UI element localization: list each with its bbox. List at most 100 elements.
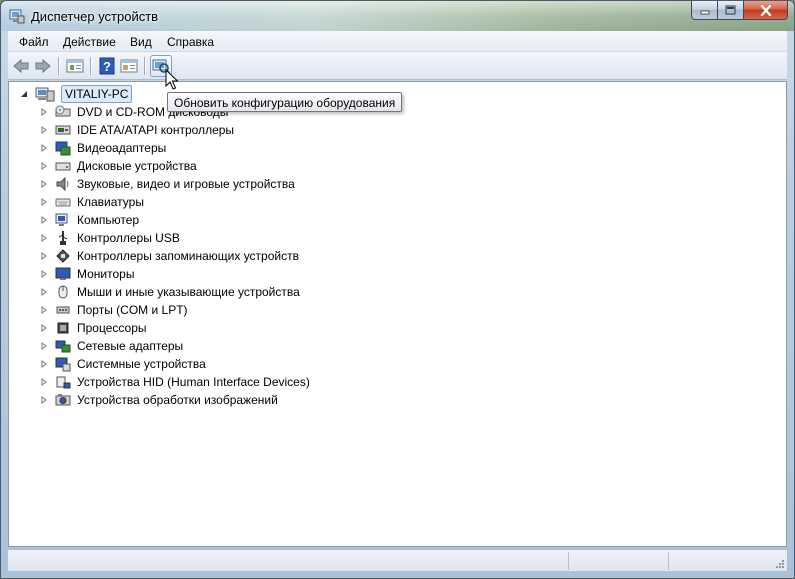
- monitor-icon: [55, 266, 71, 282]
- menu-bar: Файл Действие Вид Справка: [8, 31, 787, 52]
- expand-arrow-icon[interactable]: [39, 143, 49, 153]
- expand-arrow-icon[interactable]: [39, 251, 49, 261]
- tree-item-label: Мыши и иные указывающие устройства: [77, 285, 300, 299]
- window-title: Диспетчер устройств: [31, 9, 159, 24]
- tree-item-label: Дисковые устройства: [77, 159, 197, 173]
- tree-item-label: Контроллеры запоминающих устройств: [77, 249, 299, 263]
- usb-icon: [55, 230, 71, 246]
- menu-view[interactable]: Вид: [130, 35, 152, 49]
- expand-arrow-icon[interactable]: [39, 377, 49, 387]
- properties-icon: [66, 59, 84, 73]
- speaker-icon: [55, 176, 71, 192]
- toolbar-separator: [58, 57, 59, 75]
- maximize-button[interactable]: [718, 1, 744, 20]
- tree-item-label: Клавиатуры: [77, 195, 144, 209]
- tree-item[interactable]: Видеоадаптеры: [39, 139, 166, 157]
- expand-arrow-icon[interactable]: [39, 341, 49, 351]
- tree-item-label: Видеоадаптеры: [77, 141, 167, 155]
- hid-icon: [55, 374, 71, 390]
- system-device-icon: [55, 356, 71, 372]
- help-icon: ?: [99, 57, 115, 75]
- tree-item-label: Процессоры: [77, 321, 147, 335]
- mouse-cursor-icon: [165, 69, 179, 90]
- expand-arrow-icon[interactable]: [39, 179, 49, 189]
- forward-arrow-icon: [35, 58, 51, 74]
- tree-item-label: Порты (COM и LPT): [77, 303, 188, 317]
- tree-item[interactable]: Устройства обработки изображений: [39, 391, 278, 409]
- tree-item-label: Мониторы: [77, 267, 135, 281]
- tree-item[interactable]: Мыши и иные указывающие устройства: [39, 283, 300, 301]
- view-button[interactable]: [118, 55, 140, 77]
- tree-item[interactable]: Контроллеры USB: [39, 229, 180, 247]
- expand-arrow-icon[interactable]: [39, 161, 49, 171]
- disk-drive-icon: [55, 158, 71, 174]
- tree-item-label: Системные устройства: [77, 357, 206, 371]
- tree-item[interactable]: Порты (COM и LPT): [39, 301, 188, 319]
- menu-action[interactable]: Действие: [63, 35, 116, 49]
- minimize-button[interactable]: [691, 1, 718, 20]
- dvd-drive-icon: [55, 104, 71, 120]
- tree-item[interactable]: Контроллеры запоминающих устройств: [39, 247, 299, 265]
- menu-help[interactable]: Справка: [167, 35, 214, 49]
- camera-icon: [55, 392, 71, 408]
- resize-grip-icon[interactable]: [773, 557, 785, 569]
- tree-item[interactable]: Клавиатуры: [39, 193, 144, 211]
- toolbar: ?: [8, 52, 787, 80]
- toolbar-separator: [90, 57, 91, 75]
- tree-item[interactable]: Звуковые, видео и игровые устройства: [39, 175, 295, 193]
- expand-arrow-icon[interactable]: [39, 323, 49, 333]
- expand-arrow-icon[interactable]: [39, 107, 49, 117]
- expand-arrow-icon[interactable]: [39, 305, 49, 315]
- title-bar[interactable]: Диспетчер устройств: [1, 1, 794, 31]
- expand-arrow-icon[interactable]: [39, 269, 49, 279]
- mouse-icon: [55, 284, 71, 300]
- toolbar-separator: [144, 57, 145, 75]
- forward-button[interactable]: [32, 55, 54, 77]
- menu-file[interactable]: Файл: [19, 35, 49, 49]
- status-bar: [8, 549, 787, 571]
- properties-button[interactable]: [64, 55, 86, 77]
- help-button[interactable]: ?: [96, 55, 118, 77]
- close-button[interactable]: [744, 1, 788, 20]
- expand-arrow-icon[interactable]: [39, 197, 49, 207]
- expand-arrow-icon[interactable]: [39, 215, 49, 225]
- device-tree[interactable]: VITALIY-PC DVD и CD-ROM дисководы IDE ATA…: [8, 81, 787, 547]
- expand-arrow-icon[interactable]: [39, 395, 49, 405]
- collapse-arrow-icon[interactable]: [19, 89, 29, 99]
- back-arrow-icon: [13, 58, 29, 74]
- network-adapter-icon: [55, 338, 71, 354]
- back-button[interactable]: [10, 55, 32, 77]
- tree-item[interactable]: Сетевые адаптеры: [39, 337, 183, 355]
- computer-name: VITALIY-PC: [61, 85, 133, 103]
- processor-icon: [55, 320, 71, 336]
- device-manager-window: Диспетчер устройств Файл Действие Вид Сп…: [0, 0, 795, 579]
- device-manager-icon: [9, 9, 25, 24]
- caption-buttons: [691, 1, 788, 21]
- tree-item[interactable]: Процессоры: [39, 319, 147, 337]
- display-adapter-icon: [55, 140, 71, 156]
- computer-root-icon: [35, 86, 55, 102]
- tree-item[interactable]: Устройства HID (Human Interface Devices): [39, 373, 310, 391]
- tree-item[interactable]: Системные устройства: [39, 355, 206, 373]
- tree-item-label: Сетевые адаптеры: [77, 339, 184, 353]
- expand-arrow-icon[interactable]: [39, 125, 49, 135]
- expand-arrow-icon[interactable]: [39, 359, 49, 369]
- tree-root[interactable]: VITALIY-PC: [19, 85, 133, 103]
- tree-item[interactable]: Мониторы: [39, 265, 134, 283]
- computer-icon: [55, 212, 71, 228]
- tree-item-label: Устройства HID (Human Interface Devices): [77, 375, 310, 389]
- expand-arrow-icon[interactable]: [39, 287, 49, 297]
- status-pane: [568, 552, 668, 570]
- tree-item[interactable]: Компьютер: [39, 211, 139, 229]
- storage-controller-icon: [55, 248, 71, 264]
- tree-item[interactable]: Дисковые устройства: [39, 157, 197, 175]
- maximize-icon: [725, 5, 736, 15]
- expand-arrow-icon[interactable]: [39, 233, 49, 243]
- tree-item-label: IDE ATA/ATAPI контроллеры: [77, 123, 235, 137]
- tree-item[interactable]: IDE ATA/ATAPI контроллеры: [39, 121, 234, 139]
- port-icon: [55, 302, 71, 318]
- tree-item-label: Контроллеры USB: [77, 231, 180, 245]
- minimize-icon: [700, 10, 709, 15]
- tooltip: Обновить конфигурацию оборудования: [167, 92, 403, 112]
- view-icon: [120, 59, 138, 73]
